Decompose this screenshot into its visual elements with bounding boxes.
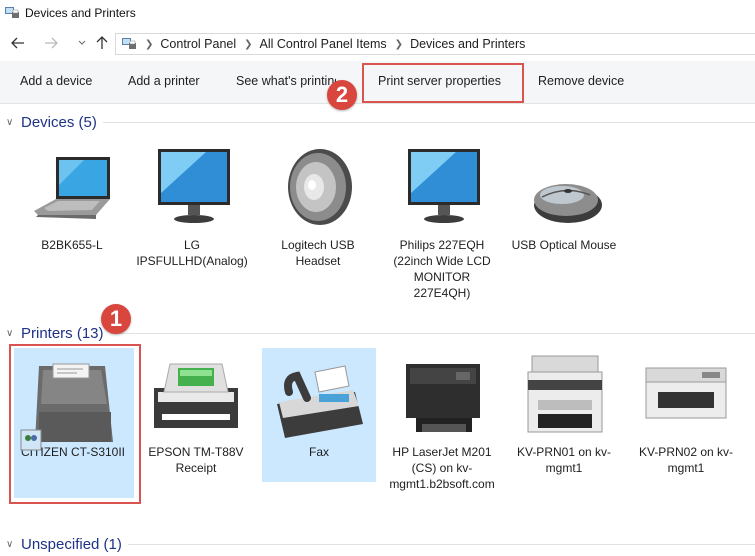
printer-item[interactable]: Fax [263,352,375,460]
chevron-right-icon: ❯ [244,38,253,50]
device-label: Philips 227EQH (22inch Wide LCD MONITOR … [393,238,491,300]
devices-printers-icon [5,7,19,18]
arrow-up-icon[interactable] [93,34,111,52]
device-label: LG IPSFULLHD(Analog) [136,238,248,268]
add-printer-button[interactable]: Add a printer [128,74,200,88]
add-device-button[interactable]: Add a device [20,74,92,88]
device-item[interactable]: B2BK655-L [16,145,128,253]
fax-icon [263,352,375,444]
laser-printer-icon [630,352,742,444]
printer-item[interactable]: CITIZEN CT-S310II [17,352,129,460]
breadcrumb-all-items[interactable]: All Control Panel Items [260,37,387,51]
monitor-icon [136,145,248,237]
divider [109,332,755,334]
group-label: Devices (5) [21,113,97,131]
device-label: Logitech USB Headset [281,238,355,268]
mouse-icon [508,145,620,237]
arrow-right-icon[interactable] [42,34,60,52]
divider [127,543,755,545]
window-title: Devices and Printers [25,6,136,20]
group-label: Printers (13) [21,324,104,342]
chevron-down-icon[interactable] [73,34,91,52]
command-bar: Add a device Add a printer See what's pr… [0,61,755,104]
breadcrumb-devices-printers[interactable]: Devices and Printers [410,37,525,51]
chevron-down-icon: ∨ [6,327,14,339]
device-label: B2BK655-L [41,238,103,252]
device-item[interactable]: USB Optical Mouse [508,145,620,253]
receipt-printer-icon [17,352,129,451]
device-label: USB Optical Mouse [511,238,617,252]
arrow-left-icon[interactable] [9,34,27,52]
mfp-printer-icon [508,352,620,444]
printer-item[interactable]: HP LaserJet M201 (CS) on kv-mgmt1.b2bsof… [386,352,498,492]
device-item[interactable]: Philips 227EQH (22inch Wide LCD MONITOR … [386,145,498,301]
monitor-icon [386,145,498,237]
device-item[interactable]: Logitech USB Headset [262,145,374,269]
speaker-icon [262,145,374,237]
laser-printer-icon [386,352,498,444]
devices-printers-icon [122,38,136,49]
see-whats-printing-button[interactable]: See what's printing [236,74,336,88]
group-header-devices[interactable]: ∨ Devices (5) [6,112,755,132]
callout-badge-2: 2 [327,80,357,110]
device-item[interactable]: LG IPSFULLHD(Analog) [136,145,248,269]
remove-device-button[interactable]: Remove device [538,74,624,88]
printer-item[interactable]: EPSON TM-T88V Receipt [140,352,252,476]
navigation-bar: ❯ Control Panel ❯ All Control Panel Item… [0,30,755,58]
chevron-down-icon: ∨ [6,116,14,128]
laptop-icon [16,145,128,237]
highlight-box [362,63,524,103]
divider [102,121,755,123]
chevron-down-icon: ∨ [6,538,14,550]
group-header-unspecified[interactable]: ∨ Unspecified (1) [6,534,755,554]
address-bar[interactable]: ❯ Control Panel ❯ All Control Panel Item… [115,33,755,55]
title-bar: Devices and Printers [0,0,755,28]
printer-icon [140,352,252,444]
group-label: Unspecified (1) [21,535,122,553]
printer-item[interactable]: KV-PRN02 on kv-mgmt1 [630,352,742,476]
callout-badge-1: 1 [101,304,131,334]
chevron-right-icon: ❯ [145,38,154,50]
printer-item[interactable]: KV-PRN01 on kv-mgmt1 [508,352,620,476]
breadcrumb-control-panel[interactable]: Control Panel [160,37,236,51]
chevron-right-icon: ❯ [394,38,404,50]
